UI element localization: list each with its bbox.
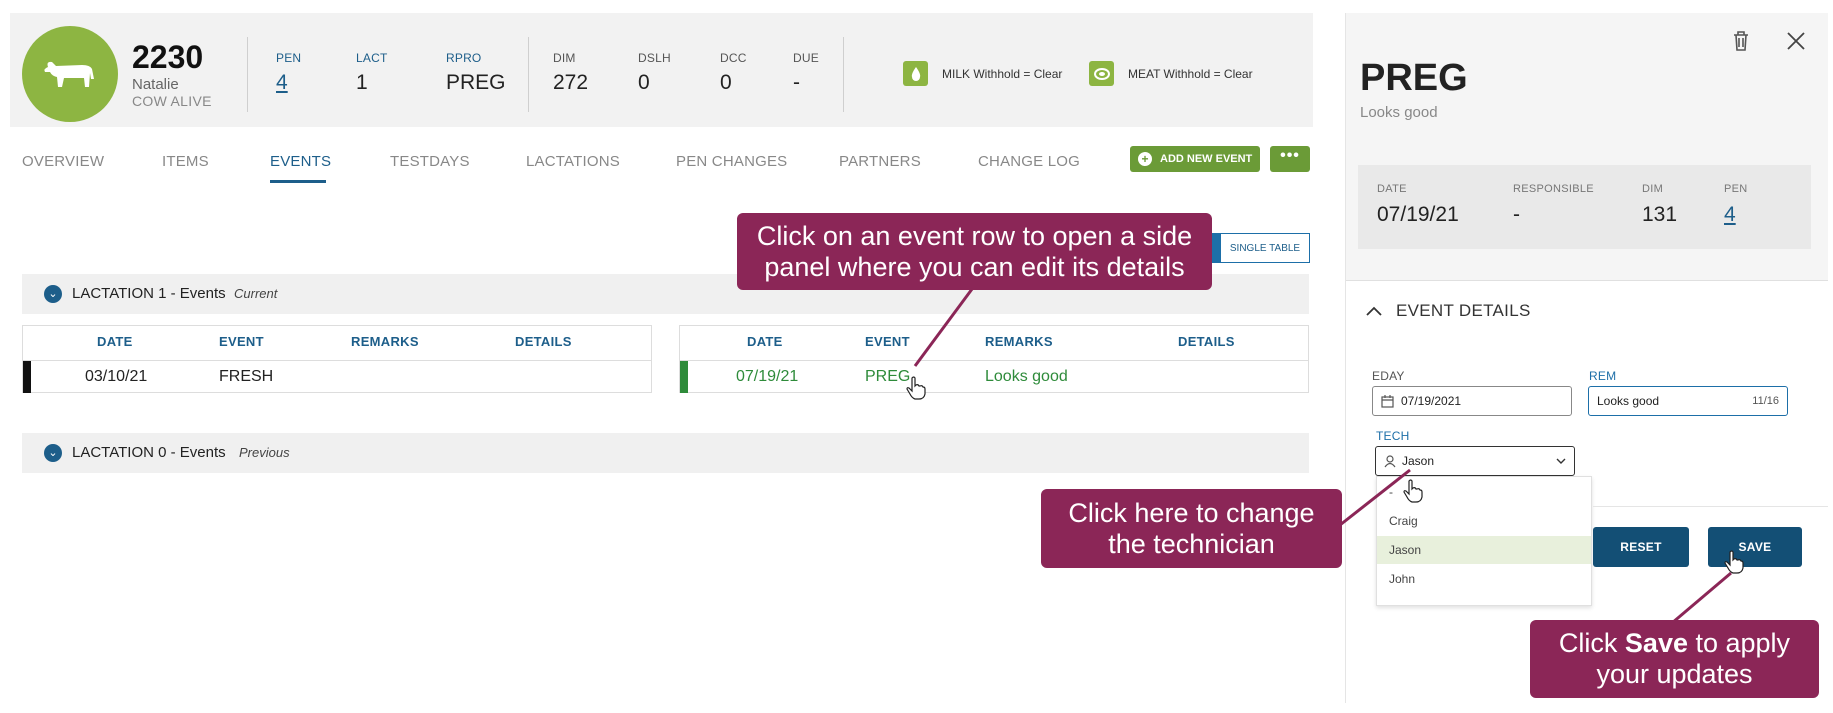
callout-pointer: [1671, 571, 1732, 625]
callout-pointer: [1339, 468, 1411, 527]
callout-text: Click: [1558, 628, 1625, 658]
callout-bold-text: Save: [1624, 628, 1688, 658]
callout-row-hint: Click on an event row to open a side pan…: [737, 213, 1212, 290]
callout-pointers: [913, 284, 1732, 625]
callout-save-text: Click Save to apply your updates: [1540, 628, 1809, 690]
callout-pointer: [913, 284, 977, 367]
page: 2230 Natalie COW ALIVE PEN 4 LACT 1 RPRO…: [0, 0, 1833, 713]
callout-tech-hint: Click here to change the technician: [1041, 489, 1342, 568]
callout-save-hint: Click Save to apply your updates: [1530, 620, 1819, 698]
